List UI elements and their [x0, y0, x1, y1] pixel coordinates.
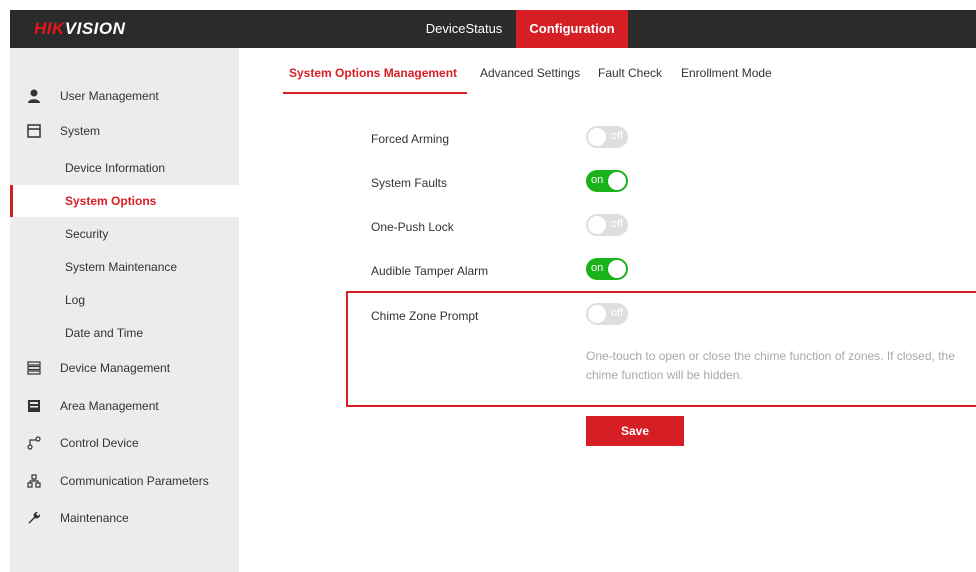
toggle-knob [588, 128, 606, 146]
device-management-icon [24, 361, 44, 375]
control-device-icon [24, 436, 44, 450]
sidebar-item-label: Area Management [60, 399, 159, 413]
system-icon [24, 124, 44, 138]
toggle-state-text: off [610, 307, 623, 319]
nav-device-status[interactable]: DeviceStatus [414, 10, 514, 48]
hikvision-logo: HIKVISION [34, 19, 126, 38]
system-faults-toggle[interactable]: on [586, 170, 628, 192]
one-push-lock-toggle[interactable]: off [586, 214, 628, 236]
sidebar-item-label: Device Management [60, 361, 171, 375]
sidebar-item-date-and-time[interactable]: Date and Time [10, 317, 239, 349]
sidebar-item-user-management[interactable]: User Management [10, 80, 239, 112]
user-icon [24, 89, 44, 103]
chime-zone-prompt-label: Chime Zone Prompt [371, 309, 479, 323]
sidebar-item-communication-parameters[interactable]: Communication Parameters [10, 465, 239, 497]
nav-configuration[interactable]: Configuration [516, 10, 628, 48]
toggle-knob [608, 260, 626, 278]
forced-arming-label: Forced Arming [371, 132, 450, 146]
toggle-knob [608, 172, 626, 190]
sidebar-item-maintenance[interactable]: Maintenance [10, 502, 239, 534]
sidebar-item-label: Communication Parameters [60, 474, 209, 488]
toggle-knob [588, 216, 606, 234]
sidebar-item-security[interactable]: Security [10, 218, 239, 250]
sidebar-item-device-information[interactable]: Device Information [10, 152, 239, 184]
sidebar-item-label: Maintenance [60, 511, 129, 525]
toggle-state-text: off [610, 218, 623, 230]
sidebar-item-log[interactable]: Log [10, 284, 239, 316]
toggle-state-text: off [610, 130, 623, 142]
toggle-state-text: on [591, 262, 604, 274]
sidebar-item-system-maintenance[interactable]: System Maintenance [10, 251, 239, 283]
sidebar-item-device-management[interactable]: Device Management [10, 352, 239, 384]
sidebar-item-control-device[interactable]: Control Device [10, 427, 239, 459]
sidebar-item-area-management[interactable]: Area Management [10, 390, 239, 422]
tab-fault-check[interactable]: Fault Check [598, 66, 662, 94]
sidebar-item-label: Control Device [60, 436, 139, 450]
audible-tamper-alarm-toggle[interactable]: on [586, 258, 628, 280]
save-button[interactable]: Save [586, 416, 684, 446]
top-bar: HIKVISION DeviceStatus Configuration [10, 10, 976, 48]
audible-tamper-alarm-label: Audible Tamper Alarm [371, 264, 489, 278]
network-icon [24, 474, 44, 488]
sidebar-item-label: User Management [60, 89, 159, 103]
tab-system-options-management[interactable]: System Options Management [289, 66, 457, 94]
wrench-icon [24, 511, 44, 525]
tab-advanced-settings[interactable]: Advanced Settings [480, 66, 580, 94]
tab-bar: System Options Management Advanced Setti… [283, 66, 976, 96]
system-faults-label: System Faults [371, 176, 448, 190]
sidebar-item-system-options[interactable]: System Options [10, 185, 239, 217]
chime-zone-prompt-toggle[interactable]: off [586, 303, 628, 325]
sidebar: User Management System Device Informatio… [10, 48, 239, 572]
area-management-icon [24, 399, 44, 413]
toggle-state-text: on [591, 174, 604, 186]
forced-arming-toggle[interactable]: off [586, 126, 628, 148]
tab-enrollment-mode[interactable]: Enrollment Mode [681, 66, 772, 94]
sidebar-item-system[interactable]: System [10, 115, 239, 147]
sidebar-item-label: System [60, 124, 101, 138]
one-push-lock-label: One-Push Lock [371, 220, 454, 234]
toggle-knob [588, 305, 606, 323]
chime-zone-hint: One-touch to open or close the chime fun… [586, 349, 955, 382]
active-tab-underline [283, 92, 467, 94]
